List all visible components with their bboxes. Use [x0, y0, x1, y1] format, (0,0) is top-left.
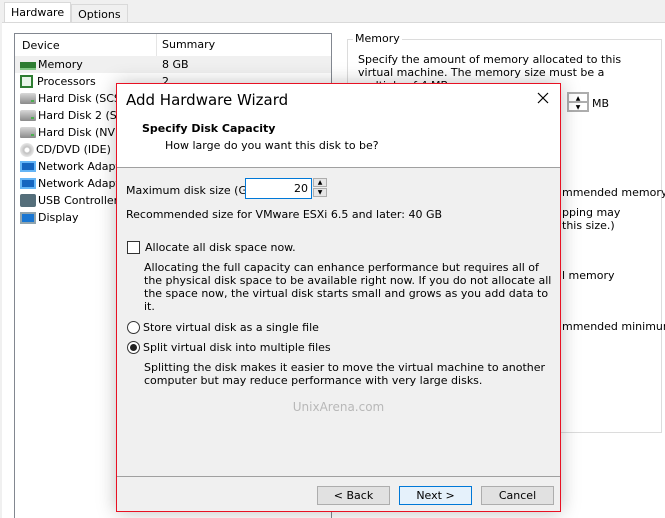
- allocate-now-checkbox[interactable]: [127, 241, 140, 254]
- split-files-option[interactable]: Split virtual disk into multiple files: [127, 341, 331, 354]
- close-icon: [537, 92, 549, 104]
- memory-partial-text: mmended memory: [562, 186, 665, 199]
- device-name: CD/DVD (IDE): [36, 143, 111, 156]
- column-header-summary[interactable]: Summary: [156, 34, 331, 56]
- footer-divider: [117, 476, 560, 477]
- split-files-label[interactable]: Split virtual disk into multiple files: [143, 341, 331, 354]
- memory-partial-text: l memory: [562, 269, 615, 282]
- single-file-option[interactable]: Store virtual disk as a single file: [127, 321, 319, 334]
- allocate-description: Allocating the full capacity can enhance…: [144, 261, 552, 313]
- memory-increment-button[interactable]: ▲: [568, 93, 588, 102]
- watermark: UnixArena.com: [292, 400, 385, 414]
- decrement-button[interactable]: ▼: [313, 188, 327, 197]
- network-adapter-icon: [20, 161, 36, 172]
- column-header-device[interactable]: Device: [15, 39, 156, 52]
- page-subheading: How large do you want this disk to be?: [165, 139, 379, 152]
- memory-stepper[interactable]: ▲ ▼: [567, 92, 589, 112]
- max-disk-size-input[interactable]: [245, 178, 312, 199]
- max-disk-size-label: Maximum disk size (GB):: [126, 184, 263, 197]
- display-icon: [20, 211, 36, 224]
- hard-disk-icon: [20, 110, 36, 121]
- network-adapter-icon: [20, 178, 36, 189]
- split-description: Splitting the disk makes it easier to mo…: [144, 361, 546, 387]
- allocate-now-label[interactable]: Allocate all disk space now.: [145, 241, 296, 254]
- memory-decrement-button[interactable]: ▼: [568, 102, 588, 111]
- device-name: Memory: [38, 58, 83, 71]
- wizard-header: Add Hardware Wizard Specify Disk Capacit…: [117, 84, 560, 168]
- hard-disk-icon: [20, 93, 36, 104]
- tab-options[interactable]: Options: [71, 4, 128, 24]
- split-files-radio[interactable]: [127, 341, 140, 354]
- dialog-title: Add Hardware Wizard: [126, 91, 289, 109]
- tab-bar: Hardware Options: [4, 2, 128, 24]
- allocate-now-option[interactable]: Allocate all disk space now.: [127, 241, 296, 254]
- device-name: Hard Disk (SCSI): [38, 92, 129, 105]
- device-name: USB Controller: [38, 194, 119, 207]
- increment-button[interactable]: ▲: [313, 178, 327, 187]
- hard-disk-icon: [20, 127, 36, 138]
- memory-icon: [20, 61, 36, 70]
- add-hardware-wizard-dialog: Add Hardware Wizard Specify Disk Capacit…: [116, 83, 561, 512]
- close-button[interactable]: [535, 90, 551, 106]
- disk-size-stepper[interactable]: ▲ ▼: [313, 178, 329, 199]
- usb-icon: [20, 194, 36, 207]
- back-button[interactable]: < Back: [317, 486, 390, 505]
- device-name: Display: [38, 211, 79, 224]
- cd-dvd-icon: [20, 142, 34, 157]
- next-button[interactable]: Next >: [399, 486, 472, 505]
- memory-partial-text: pping may: [562, 206, 621, 219]
- device-row-memory[interactable]: Memory 8 GB: [15, 56, 331, 73]
- device-name: Processors: [37, 75, 96, 88]
- memory-unit-label: MB: [592, 97, 610, 110]
- processor-icon: [20, 75, 33, 88]
- cancel-button[interactable]: Cancel: [481, 486, 554, 505]
- single-file-label[interactable]: Store virtual disk as a single file: [143, 321, 319, 334]
- page-heading: Specify Disk Capacity: [142, 122, 276, 135]
- memory-group-legend: Memory: [353, 32, 402, 45]
- tab-hardware[interactable]: Hardware: [4, 2, 72, 24]
- memory-partial-text: mmended minimum: [562, 320, 665, 333]
- single-file-radio[interactable]: [127, 321, 140, 334]
- device-list-header: Device Summary: [15, 34, 331, 56]
- recommended-size-text: Recommended size for VMware ESXi 6.5 and…: [126, 208, 443, 221]
- memory-partial-text: this size.): [562, 219, 615, 232]
- device-summary: 8 GB: [162, 58, 189, 71]
